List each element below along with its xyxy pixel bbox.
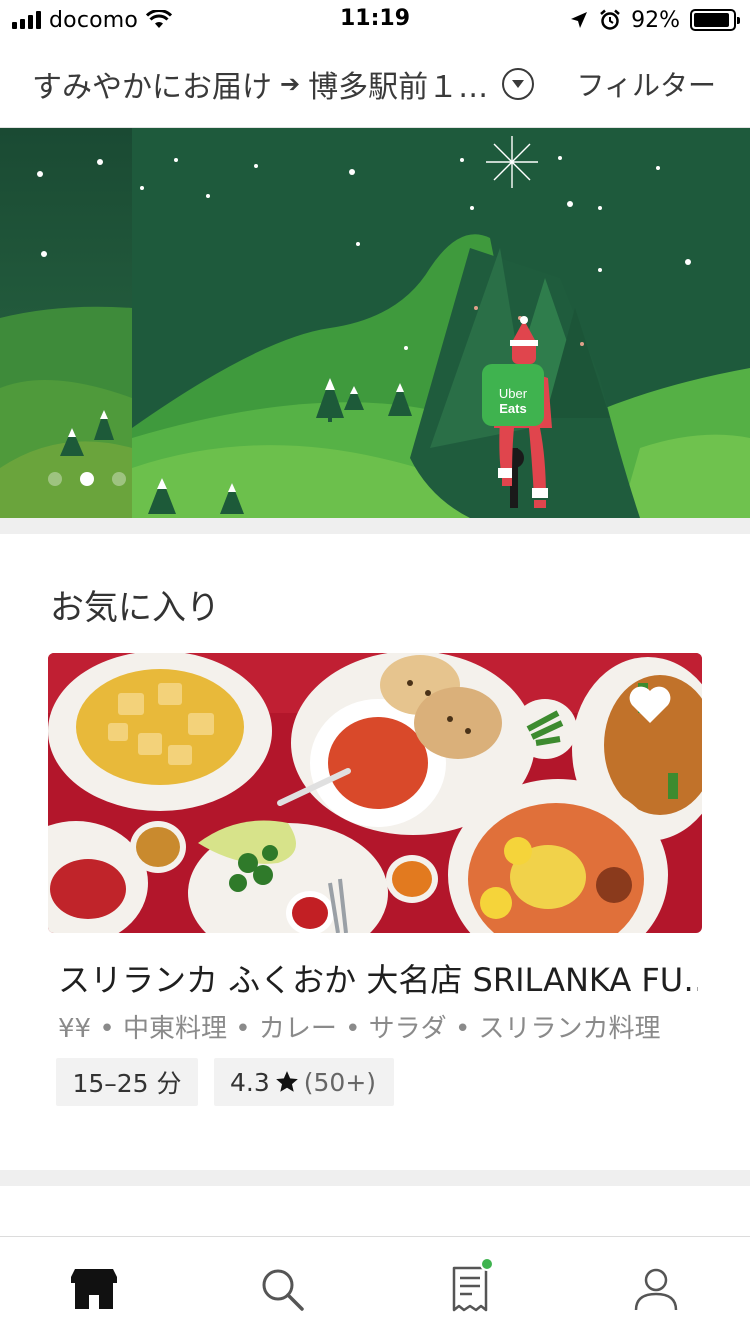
account-icon bbox=[634, 1268, 678, 1311]
restaurant-categories: ¥¥ • 中東料理 • カレー • サラダ • スリランカ料理 bbox=[58, 1014, 661, 1044]
chevron-down-icon[interactable] bbox=[502, 68, 535, 100]
banner-illustration: Uber Eats bbox=[0, 128, 750, 518]
carousel-dots bbox=[48, 472, 126, 486]
favorite-heart-icon[interactable] bbox=[628, 685, 672, 729]
delivery-time-chip: 15–25 分 bbox=[56, 1058, 198, 1106]
promo-banner[interactable]: Uber Eats bbox=[0, 128, 750, 518]
rating-value: 4.3 bbox=[230, 1067, 270, 1097]
tab-home[interactable] bbox=[64, 1261, 124, 1317]
home-icon bbox=[71, 1269, 117, 1309]
battery-percent: 92% bbox=[631, 7, 680, 33]
bottom-tab-bar bbox=[0, 1236, 750, 1334]
arrow-right-icon: ➔ bbox=[280, 70, 301, 98]
tab-account[interactable] bbox=[626, 1261, 686, 1317]
delivery-mode: すみやかにお届け bbox=[32, 70, 272, 105]
delivery-address: 博多駅前１… bbox=[308, 62, 535, 106]
svg-text:Eats: Eats bbox=[499, 401, 526, 416]
restaurant-name[interactable]: スリランカ ふくおか 大名店 SRILANKA FU… bbox=[58, 955, 698, 1001]
tab-search[interactable] bbox=[252, 1261, 312, 1317]
carousel-dot[interactable] bbox=[112, 472, 126, 486]
battery-fill bbox=[694, 13, 729, 27]
svg-text:Uber: Uber bbox=[499, 386, 528, 401]
carousel-dot[interactable] bbox=[48, 472, 62, 486]
rating-count: (50+) bbox=[303, 1067, 377, 1097]
delivery-selector[interactable]: すみやかにお届け ➔ 博多駅前１… bbox=[32, 62, 535, 106]
battery-icon bbox=[690, 9, 740, 31]
star-icon bbox=[274, 1069, 300, 1095]
favorites-title: お気に入り bbox=[50, 588, 220, 628]
orders-notification-dot bbox=[480, 1257, 494, 1271]
header: すみやかにお届け ➔ 博多駅前１… フィルター bbox=[0, 40, 750, 128]
location-arrow-icon bbox=[571, 12, 588, 28]
alarm-icon bbox=[600, 9, 620, 30]
section-divider bbox=[0, 518, 750, 534]
orders-icon bbox=[452, 1266, 488, 1312]
carousel-dot[interactable] bbox=[80, 472, 94, 486]
status-right: 92% bbox=[569, 6, 740, 34]
section-divider-bottom bbox=[0, 1170, 750, 1186]
status-bar: docomo 11:19 92% bbox=[0, 0, 750, 40]
tab-orders[interactable] bbox=[440, 1257, 500, 1317]
address-text: 博多駅前１… bbox=[308, 70, 489, 105]
restaurant-image[interactable] bbox=[48, 653, 702, 933]
rating-chip: 4.3 (50+) bbox=[214, 1058, 394, 1106]
search-icon bbox=[262, 1269, 304, 1311]
filter-button[interactable]: フィルター bbox=[577, 64, 716, 104]
food-photo bbox=[48, 653, 702, 933]
